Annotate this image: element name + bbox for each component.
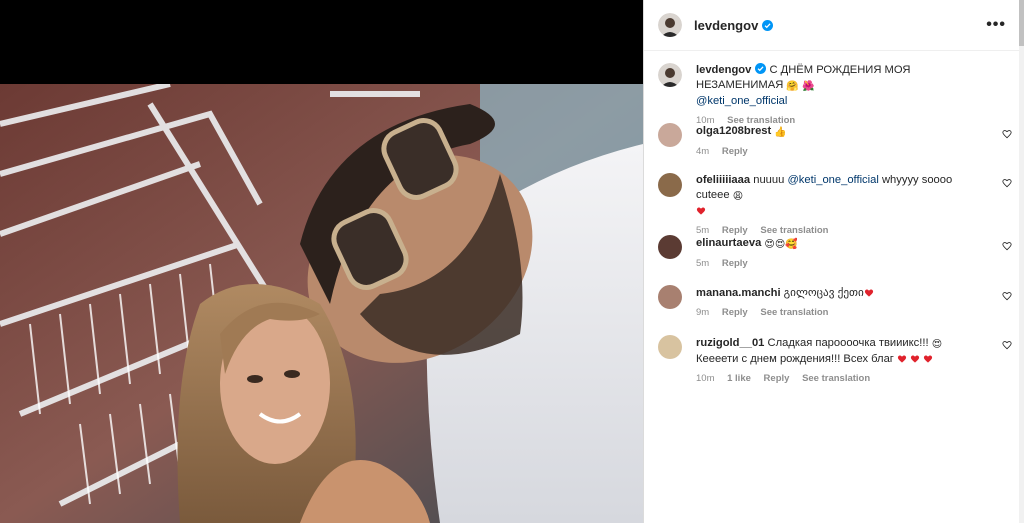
comment-item: ruzigold__01 Сладкая пароооочка твииикс!… bbox=[644, 327, 1020, 391]
post-caption: levdengov С ДНЁМ РОЖДЕНИЯ МОЯ НЕЗАМЕНИМА… bbox=[644, 51, 1020, 126]
commenter-avatar[interactable] bbox=[658, 173, 682, 197]
like-heart-icon[interactable] bbox=[1002, 291, 1012, 301]
heart-eyes-emoji-icon: 😍 bbox=[931, 339, 943, 350]
weary-face-emoji-icon: 😩 bbox=[732, 191, 744, 202]
comments-list: levdengov С ДНЁМ РОЖДЕНИЯ МОЯ НЕЗАМЕНИМА… bbox=[644, 51, 1020, 391]
like-heart-icon[interactable] bbox=[1002, 129, 1012, 139]
comment-item: manana.manchi გილოცავ ქეთი 9m Reply See … bbox=[644, 277, 1020, 327]
comment-item: elinaurtaeva 😍😍🥰 5m Reply bbox=[644, 227, 1020, 277]
commenter-username[interactable]: ofeliiiiiaaa bbox=[696, 174, 750, 186]
like-heart-icon[interactable] bbox=[1002, 340, 1012, 350]
red-heart-emoji-icon bbox=[911, 355, 920, 363]
commenter-username[interactable]: ruzigold__01 bbox=[696, 337, 764, 349]
flower-emoji-icon: 🌺 bbox=[801, 81, 815, 92]
caption-author-avatar[interactable] bbox=[658, 63, 682, 87]
comment-text-continued: Кеееети с днем рождения!!! Всех благ bbox=[696, 353, 894, 365]
author-avatar[interactable] bbox=[658, 13, 682, 37]
reply-button[interactable]: Reply bbox=[722, 307, 748, 318]
comment-mention-link[interactable]: @keti_one_official bbox=[787, 174, 878, 186]
heart-eyes-emoji-icon: 😍😍🥰 bbox=[764, 239, 798, 250]
author-username[interactable]: levdengov bbox=[694, 18, 774, 33]
commenter-username[interactable]: manana.manchi bbox=[696, 287, 781, 299]
caption-username[interactable]: levdengov bbox=[696, 64, 751, 76]
comments-scrollbar[interactable] bbox=[1019, 0, 1024, 523]
reply-button[interactable]: Reply bbox=[722, 258, 748, 269]
post-photo[interactable] bbox=[0, 84, 643, 523]
comments-panel: levdengov ••• levdengov С ДНЁМ РОЖДЕНИЯ … bbox=[643, 0, 1024, 523]
like-heart-icon[interactable] bbox=[1002, 241, 1012, 251]
instagram-post-viewer: levdengov ••• levdengov С ДНЁМ РОЖДЕНИЯ … bbox=[0, 0, 1024, 523]
comment-text: Сладкая пароооочка твииикс!!! bbox=[767, 337, 929, 349]
reply-button[interactable]: Reply bbox=[722, 146, 748, 157]
likes-count-button[interactable]: 1 like bbox=[727, 373, 751, 384]
comment-text-before: nuuuu bbox=[753, 174, 785, 186]
comment-text: გილოცავ ქეთი bbox=[783, 287, 864, 299]
hugging-face-emoji-icon: 🤗 bbox=[786, 81, 799, 92]
commenter-avatar[interactable] bbox=[658, 335, 682, 359]
post-media-area bbox=[0, 0, 643, 523]
red-heart-emoji-icon bbox=[897, 355, 907, 363]
comment-timestamp: 9m bbox=[696, 307, 710, 318]
see-translation-button[interactable]: See translation bbox=[802, 373, 870, 384]
post-photo-image bbox=[0, 84, 643, 523]
more-options-icon[interactable]: ••• bbox=[982, 14, 1010, 36]
verified-badge-icon bbox=[755, 63, 767, 74]
comment-item: olga1208brest 👍 4m Reply bbox=[644, 115, 1020, 165]
post-header: levdengov ••• bbox=[644, 0, 1024, 51]
red-heart-emoji-icon bbox=[924, 355, 933, 363]
commenter-username[interactable]: elinaurtaeva bbox=[696, 237, 761, 249]
verified-badge-icon bbox=[762, 19, 774, 31]
comment-timestamp: 5m bbox=[696, 258, 710, 269]
like-heart-icon[interactable] bbox=[1002, 178, 1012, 188]
commenter-username[interactable]: olga1208brest bbox=[696, 125, 771, 137]
red-heart-emoji-icon bbox=[864, 289, 873, 297]
commenter-avatar[interactable] bbox=[658, 235, 682, 259]
scrollbar-thumb[interactable] bbox=[1019, 0, 1024, 46]
commenter-avatar[interactable] bbox=[658, 285, 682, 309]
see-translation-button[interactable]: See translation bbox=[760, 307, 828, 318]
comment-timestamp: 10m bbox=[696, 373, 715, 384]
comment-timestamp: 4m bbox=[696, 146, 710, 157]
caption-mention-link[interactable]: @keti_one_official bbox=[696, 95, 787, 107]
comment-item: ofeliiiiiaaa nuuuu @keti_one_official wh… bbox=[644, 165, 1020, 236]
red-heart-emoji-icon bbox=[696, 207, 706, 215]
reply-button[interactable]: Reply bbox=[764, 373, 790, 384]
commenter-avatar[interactable] bbox=[658, 123, 682, 147]
thumbs-up-emoji-icon: 👍 bbox=[774, 127, 787, 138]
